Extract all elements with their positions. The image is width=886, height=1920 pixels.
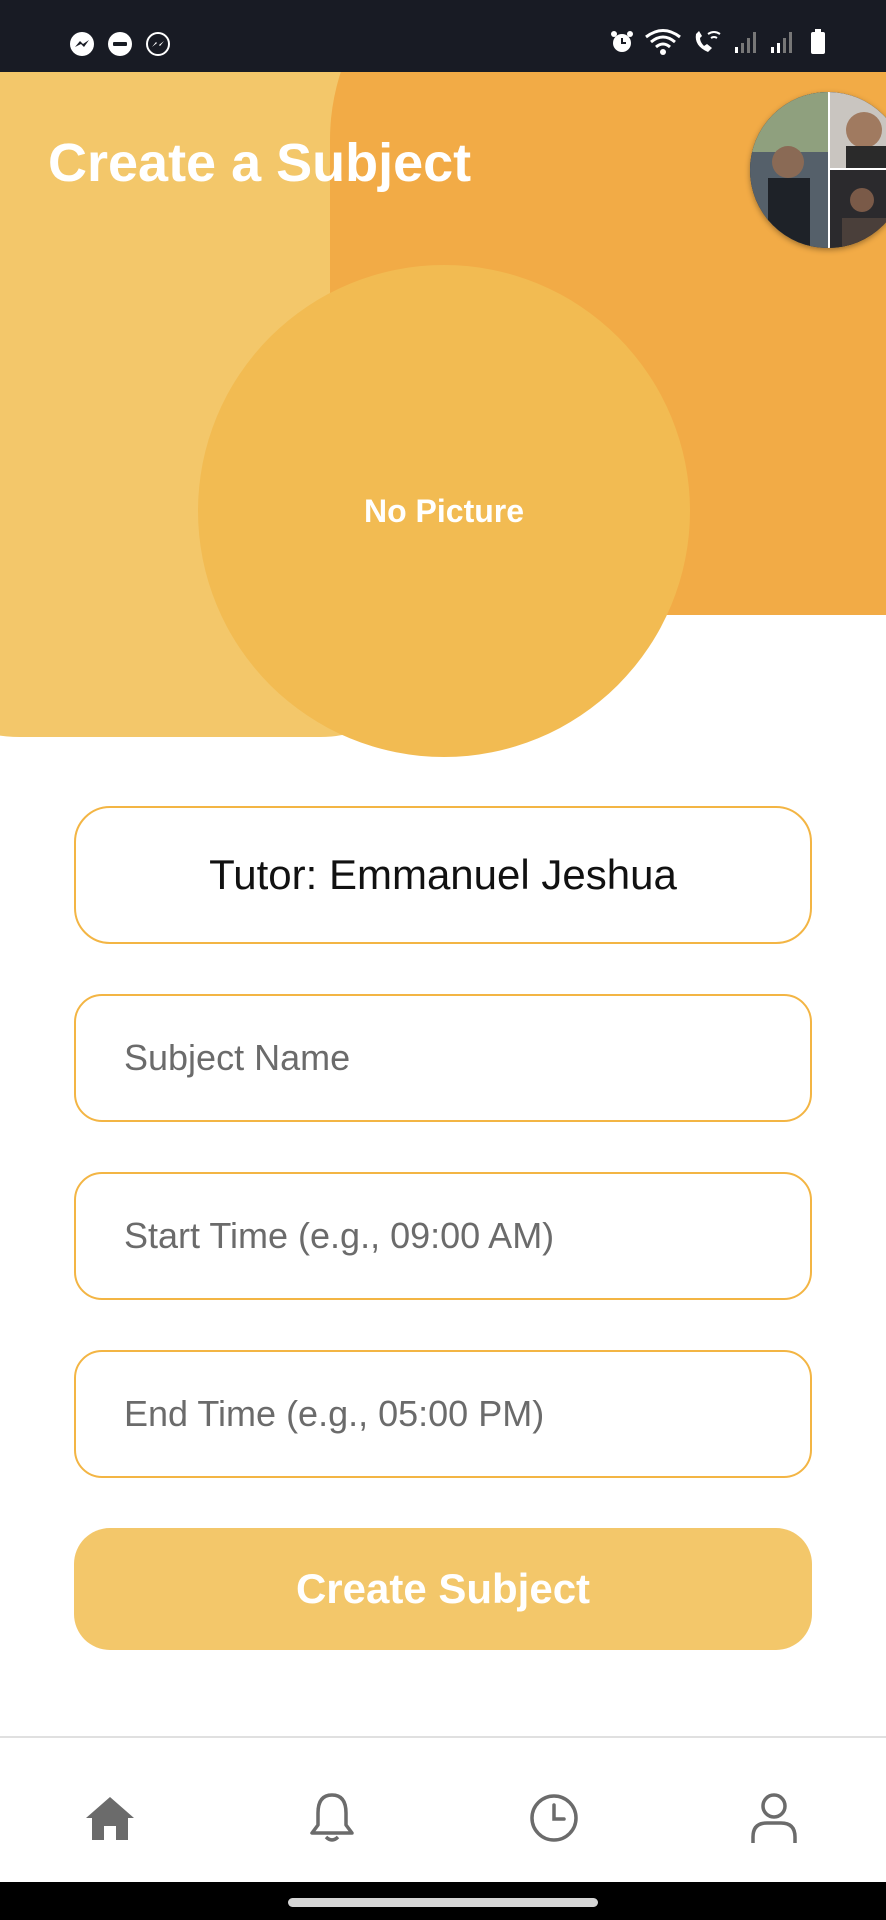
wifi-call-icon: [690, 28, 724, 56]
do-not-disturb-icon: [106, 30, 134, 58]
home-icon: [86, 1797, 134, 1840]
signal-icon: [768, 28, 796, 56]
bottom-navigation: [0, 1736, 886, 1882]
clock-icon: [530, 1794, 578, 1842]
tutor-display: Tutor: Emmanuel Jeshua: [74, 806, 812, 944]
subject-photo-picker[interactable]: No Picture: [198, 265, 690, 757]
home-indicator[interactable]: [288, 1898, 598, 1907]
alarm-icon: [608, 28, 636, 56]
bell-icon: [310, 1793, 354, 1842]
status-bar: [0, 0, 886, 72]
user-icon: [751, 1793, 797, 1843]
no-picture-label: No Picture: [363, 492, 525, 529]
battery-icon: [804, 28, 832, 56]
subject-name-input[interactable]: [74, 994, 812, 1122]
create-subject-button[interactable]: Create Subject: [74, 1528, 812, 1650]
start-time-input[interactable]: [74, 1172, 812, 1300]
page-title: Create a Subject: [48, 133, 472, 193]
signal-icon: [732, 28, 760, 56]
messenger-icon: [144, 30, 172, 58]
nav-history-button[interactable]: [522, 1786, 586, 1850]
status-left-icons: [68, 30, 172, 58]
nav-notifications-button[interactable]: [300, 1786, 364, 1850]
wifi-icon: [644, 28, 682, 56]
messenger-icon: [68, 30, 96, 58]
nav-profile-button[interactable]: [742, 1786, 806, 1850]
create-subject-screen: Create a Subject No Picture Tutor: Emman…: [0, 0, 886, 1920]
end-time-input[interactable]: [74, 1350, 812, 1478]
tutor-label: Tutor: Emmanuel Jeshua: [209, 851, 677, 898]
status-right-icons: [608, 28, 832, 56]
nav-home-button[interactable]: [78, 1786, 142, 1850]
